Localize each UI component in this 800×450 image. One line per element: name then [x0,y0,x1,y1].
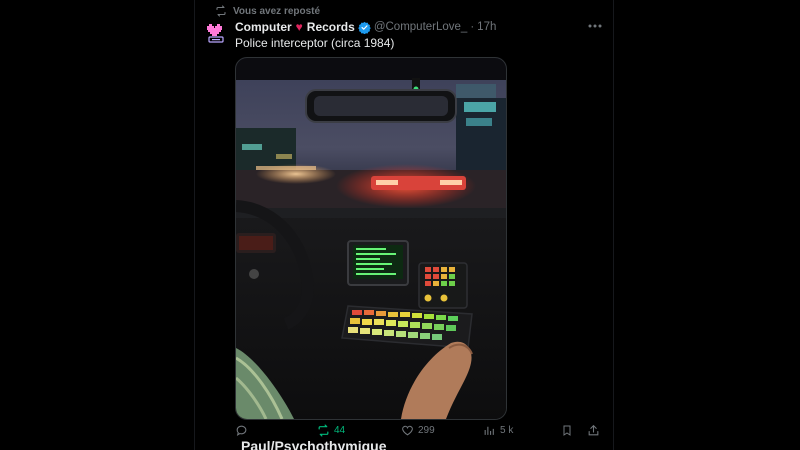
heart-icon [402,425,413,436]
reply-icon [236,425,247,437]
author-name-suffix: Records [306,20,355,34]
repost-icon [215,5,227,17]
repost-button[interactable]: 44 [317,424,345,437]
avatar[interactable] [203,20,229,46]
repost-count: 44 [334,425,346,436]
timestamp[interactable]: 17h [477,21,496,33]
like-button[interactable]: 299 [401,424,435,437]
views-button[interactable]: 5 k [483,424,513,437]
tweet-header: Computer ♥ Records @ComputerLove_ · 17h [235,19,496,35]
ellipsis-icon [588,24,602,28]
repost-indicator[interactable]: Vous avez reposté [215,4,320,18]
heart-emoji: ♥ [295,20,303,34]
author-name-prefix: Computer [235,20,292,34]
tweet-photo[interactable] [235,57,507,420]
heart-computer-logo-icon [207,24,224,43]
next-tweet-author[interactable]: Paul/Psychothymique [241,438,386,450]
repost-label: Vous avez reposté [233,5,321,17]
analytics-icon [484,426,494,435]
bookmark-icon [563,425,571,436]
views-count: 5 k [500,425,514,436]
more-options-button[interactable] [585,18,605,34]
timeline-column: Vous avez reposté Computer ♥ Records @Co… [194,0,614,450]
separator-dot: · [470,21,475,33]
bookmark-button[interactable] [561,424,573,437]
repost-active-icon [318,424,329,437]
author-name[interactable]: Computer ♥ Records [235,20,355,34]
share-icon [588,424,599,436]
share-button[interactable] [587,424,600,437]
verified-badge-icon [358,21,371,34]
like-count: 299 [418,425,435,436]
page: Vous avez reposté Computer ♥ Records @Co… [0,0,800,450]
author-handle[interactable]: @ComputerLove_ [374,21,468,33]
reply-button[interactable] [235,424,252,437]
tweet-text: Police interceptor (circa 1984) [235,36,395,50]
